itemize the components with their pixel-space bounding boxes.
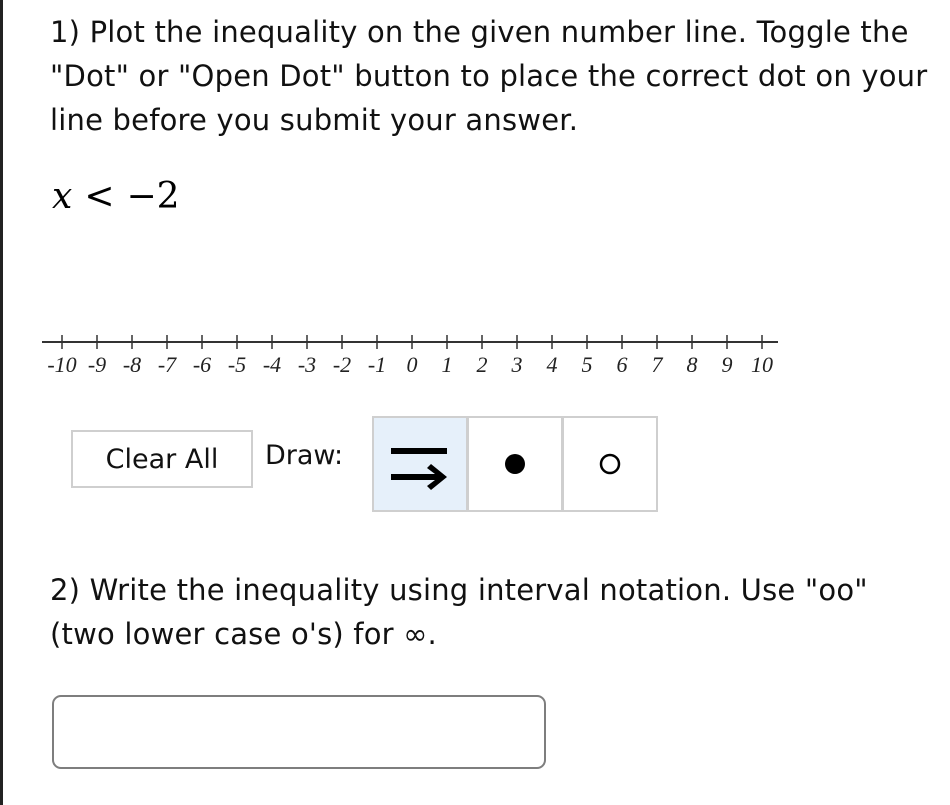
number-line-tick-label: 0 [407,352,418,377]
inequality-operator: < [84,176,115,217]
inequality-value: −2 [126,176,180,217]
inequality-variable: x [52,176,73,217]
number-line-tick-label: 3 [511,352,523,377]
number-line-tick-label: 6 [617,352,628,377]
number-line-tick-label: 8 [687,352,698,377]
question-2-prompt: 2) Write the inequality using interval n… [50,573,868,651]
number-line-tick-label: 4 [547,352,558,377]
draw-tool-group [372,416,658,512]
number-line-tick-label: -5 [228,352,246,377]
number-line-tick-label: -3 [298,352,316,377]
number-line-tick-label: -6 [193,352,211,377]
number-line-tick-label: 2 [477,352,488,377]
number-line-tick-label: -2 [333,352,351,377]
draw-label: Draw: [265,440,344,471]
open-dot-icon [599,453,621,475]
number-line-tick-label: -8 [123,352,141,377]
line-ray-tool-button[interactable] [374,418,466,510]
number-line-tick-label: -4 [263,352,281,377]
number-line-tick-label: 1 [442,352,453,377]
number-line-tick-label: -10 [47,352,76,377]
clear-all-button[interactable]: Clear All [71,430,253,488]
number-line-tick-label: -7 [158,352,177,377]
closed-dot-tool-button[interactable] [469,418,561,510]
number-line-tick-label: 7 [652,352,664,377]
closed-dot-icon [505,454,525,474]
interval-notation-answer-input[interactable] [52,695,546,769]
open-dot-tool-button[interactable] [564,418,656,510]
number-line-tick-label: 5 [582,352,593,377]
inequality-expression: x < −2 [52,176,180,217]
question-1-prompt: 1) Plot the inequality on the given numb… [50,15,928,137]
number-line[interactable]: -10 -9 -8 -7 -6 -5 -4 -3 -2 -1 0 1 2 3 4 5 6 7 8 9 10 [40,322,800,382]
number-line-tick-label: 9 [722,352,733,377]
number-line-tick-label: -1 [368,352,386,377]
number-line-tick-label: -9 [88,352,106,377]
left-border [0,0,3,805]
number-line-tick-label: 10 [751,352,773,377]
line-ray-icon [391,448,447,490]
